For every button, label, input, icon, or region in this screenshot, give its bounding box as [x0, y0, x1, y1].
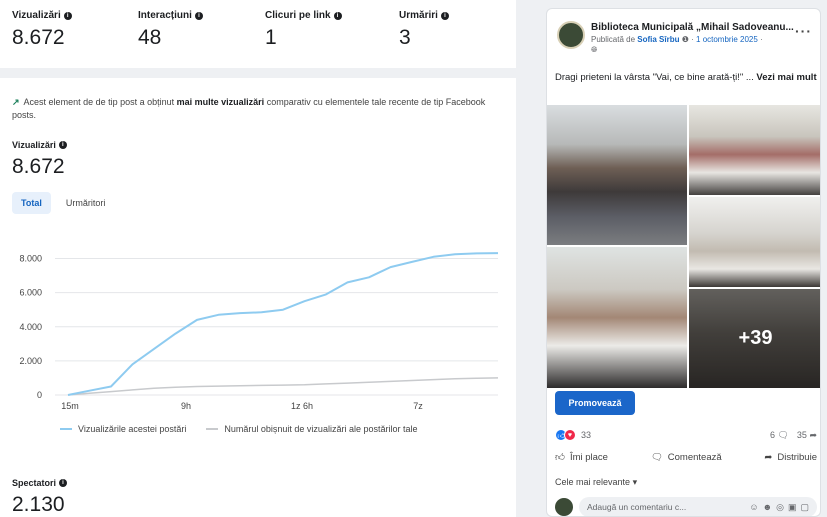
- y-tick-label: 2.000: [19, 356, 42, 366]
- panel-divider: [516, 0, 538, 517]
- legend-swatch: [206, 428, 219, 430]
- series-line-this-post[interactable]: [67, 252, 499, 396]
- comment-input[interactable]: Adaugă un comentariu c... ☺ ☻ ◎ ▣ ▢: [579, 497, 817, 516]
- legend-swatch: [60, 428, 72, 430]
- series-line-typical[interactable]: [67, 377, 499, 396]
- stat-value: 8.672: [12, 26, 65, 49]
- info-icon[interactable]: ❶: [682, 35, 689, 44]
- x-tick-label: 7z: [413, 401, 423, 411]
- tab-followers[interactable]: Urmăritori: [57, 192, 115, 214]
- reactions-summary: 👍︎ ♥ 33 6 🗨︎ 35 ➦: [555, 429, 817, 441]
- spectators-value: 2.130: [12, 493, 65, 516]
- stat-value: 1: [265, 26, 277, 49]
- info-icon[interactable]: i: [333, 11, 342, 20]
- user-avatar: [555, 498, 573, 516]
- post-date[interactable]: 1 octombrie 2025: [696, 35, 758, 44]
- shares-count[interactable]: 35 ➦: [797, 430, 817, 441]
- stat-link-clicks: Clicuri pe link i 1: [265, 10, 342, 50]
- page-avatar[interactable]: [557, 21, 585, 49]
- stat-label: Urmăriri: [399, 10, 438, 21]
- like-button[interactable]: 👍︎ Îmi place: [555, 451, 608, 464]
- post-photo[interactable]: [547, 247, 687, 388]
- stat-interactions: Interacțiuni i 48: [138, 10, 203, 50]
- trending-up-icon: ↗: [12, 97, 20, 107]
- info-icon[interactable]: i: [59, 479, 68, 487]
- tab-total[interactable]: Total: [12, 192, 51, 214]
- post-photo[interactable]: [547, 105, 687, 245]
- section-divider: [0, 68, 516, 78]
- info-icon[interactable]: i: [63, 11, 72, 20]
- comment-icon: 🗨︎: [777, 429, 789, 440]
- insights-panel: Vizualizări i 8.672 Interacțiuni i 48 Clic…: [0, 0, 516, 517]
- post-actions: 👍︎ Îmi place 🗨︎ Comentează ➦ Distribuie: [555, 451, 817, 464]
- comment-button[interactable]: 🗨︎ Comentează: [651, 451, 722, 463]
- x-tick-label: 1z 6h: [291, 401, 313, 411]
- camera-icon[interactable]: ◎: [776, 502, 784, 513]
- views-line-chart: 0 2.000 4.000 6.000 8.000 15m 9h 1z 6h 7z: [19, 252, 499, 411]
- more-photos-overlay[interactable]: +39: [689, 289, 820, 388]
- see-more-link[interactable]: Vezi mai mult: [756, 72, 816, 83]
- comments-count[interactable]: 6 🗨︎: [770, 430, 789, 441]
- info-icon[interactable]: i: [440, 11, 449, 20]
- comment-icon: 🗨︎: [650, 451, 663, 463]
- stat-views: Vizualizări i 8.672: [12, 10, 72, 50]
- love-reaction-icon: ♥: [564, 429, 576, 441]
- stat-label: Vizualizări: [12, 10, 61, 21]
- metric-value: 8.672: [12, 155, 65, 178]
- sort-comments-dropdown[interactable]: Cele mai relevante ▾: [555, 477, 637, 488]
- stat-value: 48: [138, 26, 162, 49]
- post-meta: Publicată de Sofia Sîrbu ❶ · 1 octombrie…: [591, 35, 763, 44]
- share-icon: ➦: [809, 429, 817, 440]
- y-tick-label: 0: [37, 390, 42, 400]
- caret-down-icon: ▾: [632, 477, 638, 487]
- post-card: Biblioteca Municipală „Mihail Sadoveanu.…: [546, 8, 821, 517]
- insight-text: ↗ Acest element de de tip post a obținut …: [12, 97, 486, 120]
- sticker-icon[interactable]: ▢: [800, 502, 809, 513]
- spectators-label: Spectatori i: [12, 478, 68, 488]
- stats-row: Vizualizări i 8.672 Interacțiuni i 48 Clic…: [0, 0, 516, 68]
- info-icon[interactable]: i: [58, 141, 67, 149]
- y-tick-label: 4.000: [19, 322, 42, 332]
- stat-label: Clicuri pe link: [265, 10, 331, 21]
- stat-label: Interacțiuni: [138, 10, 192, 21]
- info-icon[interactable]: i: [194, 11, 203, 20]
- post-photo[interactable]: [689, 105, 820, 195]
- x-tick-label: 9h: [181, 401, 191, 411]
- share-button[interactable]: ➦ Distribuie: [764, 451, 817, 463]
- promote-button[interactable]: Promovează: [555, 391, 635, 415]
- more-options-icon[interactable]: ···: [795, 23, 812, 39]
- x-tick-label: 15m: [61, 401, 79, 411]
- legend-item-typical[interactable]: Numărul obișnuit de vizualizări ale post…: [206, 424, 417, 434]
- photo-grid: +39: [547, 105, 820, 388]
- comment-composer: Adaugă un comentariu c... ☺ ☻ ◎ ▣ ▢: [555, 497, 817, 516]
- y-tick-label: 8.000: [19, 254, 42, 264]
- page-name[interactable]: Biblioteca Municipală „Mihail Sadoveanu.…: [591, 22, 801, 33]
- globe-icon: 🌐︎: [591, 45, 598, 54]
- post-photo[interactable]: [689, 197, 820, 287]
- stat-follows: Urmăriri i 3: [399, 10, 449, 50]
- legend-item-this-post[interactable]: Vizualizările acestei postări: [60, 424, 186, 434]
- reactions-count[interactable]: 33: [581, 430, 591, 440]
- post-text: Dragi prieteni la vârsta "Vai, ce bine a…: [555, 72, 817, 83]
- author-link[interactable]: Sofia Sîrbu: [637, 35, 679, 44]
- tab-bar: Total Urmăritori: [12, 192, 114, 214]
- emoji-icon[interactable]: ☻: [763, 502, 772, 513]
- y-tick-label: 6.000: [19, 288, 42, 298]
- stat-value: 3: [399, 26, 411, 49]
- share-icon: ➦: [764, 451, 773, 463]
- metric-label: Vizualizări i: [12, 140, 67, 150]
- chart-legend: Vizualizările acestei postări Numărul ob…: [60, 424, 417, 434]
- avatar-sticker-icon[interactable]: ☺: [749, 502, 758, 513]
- gif-icon[interactable]: ▣: [788, 502, 797, 513]
- post-preview-panel: Biblioteca Municipală „Mihail Sadoveanu.…: [538, 0, 827, 517]
- thumbs-up-icon: 👍︎: [555, 452, 565, 463]
